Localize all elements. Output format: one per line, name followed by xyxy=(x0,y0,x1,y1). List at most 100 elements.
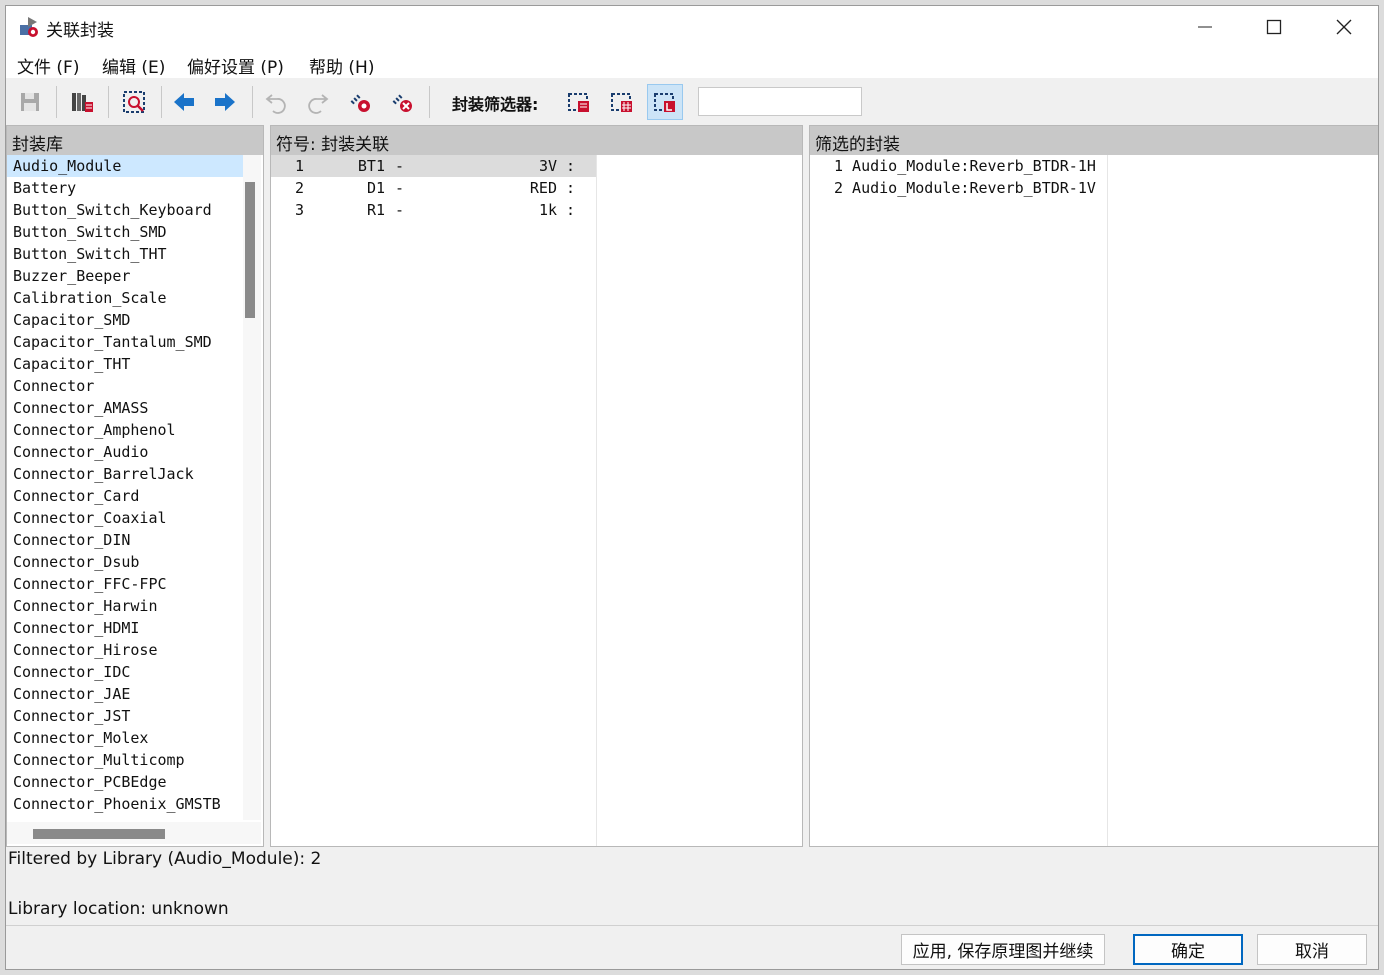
library-item[interactable]: Capacitor_Tantalum_SMD xyxy=(7,331,243,353)
footprint-viewer-icon xyxy=(123,91,145,113)
symbol-value: 3V xyxy=(538,157,557,175)
library-item[interactable]: Capacitor_SMD xyxy=(7,309,243,331)
minimize-button[interactable] xyxy=(1170,6,1240,48)
library-item[interactable]: Connector_Audio xyxy=(7,441,243,463)
symbol-panel-title: 符号: 封装关联 xyxy=(276,135,390,155)
library-item[interactable]: Battery xyxy=(7,177,243,199)
symbol-colon: : xyxy=(566,179,576,197)
view-footprint-button[interactable] xyxy=(116,84,152,120)
library-item[interactable]: Button_Switch_SMD xyxy=(7,221,243,243)
filter-keywords-icon xyxy=(568,93,589,112)
previous-button[interactable] xyxy=(166,84,202,120)
library-item[interactable]: Connector_PCBEdge xyxy=(7,771,243,793)
library-item[interactable]: Connector_Hirose xyxy=(7,639,243,661)
symbol-association-panel: 符号: 封装关联 1 BT1-3V:2 D1- RED:3 R1-1k: xyxy=(270,125,803,847)
column-divider xyxy=(596,155,597,846)
toolbar-separator xyxy=(56,86,57,118)
delete-associations-button[interactable] xyxy=(385,84,421,120)
library-item[interactable]: Connector_Phoenix_GMSTB xyxy=(7,793,243,815)
filter-by-keywords-button[interactable] xyxy=(561,84,597,120)
auto-link-icon xyxy=(350,93,370,112)
symbol-colon: : xyxy=(566,157,576,175)
symbol-ref: BT1 xyxy=(357,157,385,175)
library-item[interactable]: Connector_DIN xyxy=(7,529,243,551)
footprints-panel-title: 筛选的封装 xyxy=(815,135,900,155)
footprints-panel-header: 筛选的封装 xyxy=(810,126,1378,155)
horizontal-scrollbar-thumb[interactable] xyxy=(33,829,165,839)
vertical-scrollbar-thumb[interactable] xyxy=(245,182,255,318)
filter-library-icon xyxy=(654,93,675,112)
symbol-colon: : xyxy=(566,201,576,219)
filter-status-text: Filtered by Library (Audio_Module): 2 xyxy=(8,849,322,869)
library-item[interactable]: Connector_Harwin xyxy=(7,595,243,617)
menu-bar: 文件 (F) 编辑 (E) 偏好设置 (P) 帮助 (H) xyxy=(6,48,1378,78)
library-item[interactable]: Calibration_Scale xyxy=(7,287,243,309)
filter-by-pin-count-button[interactable] xyxy=(604,84,640,120)
arrow-right-icon xyxy=(215,93,235,111)
bottom-divider xyxy=(6,925,1378,926)
library-item[interactable]: Connector_FFC-FPC xyxy=(7,573,243,595)
filter-text-input[interactable] xyxy=(698,87,862,116)
unlink-delete-icon xyxy=(392,93,412,112)
toolbar-separator xyxy=(108,86,109,118)
next-button[interactable] xyxy=(207,84,243,120)
symbol-row[interactable]: 1 BT1- 3V: xyxy=(271,155,596,177)
library-item[interactable]: Button_Switch_THT xyxy=(7,243,243,265)
symbol-ref: D1 xyxy=(366,179,385,197)
undo-icon xyxy=(265,94,286,114)
library-panel-header: 封装库 xyxy=(7,126,263,155)
menu-file[interactable]: 文件 (F) xyxy=(17,53,79,78)
symbol-row[interactable]: 3 R1- 1k: xyxy=(271,199,596,221)
library-item[interactable]: Connector_BarrelJack xyxy=(7,463,243,485)
auto-associate-button[interactable] xyxy=(343,84,379,120)
symbol-num: 2 xyxy=(295,179,305,197)
redo-button[interactable] xyxy=(300,84,336,120)
apply-save-continue-button[interactable]: 应用, 保存原理图并继续 xyxy=(901,934,1105,965)
library-item[interactable]: Connector_Molex xyxy=(7,727,243,749)
library-panel: 封装库 Audio_Module Battery Button_Switch_Key… xyxy=(6,125,264,847)
toolbar-separator xyxy=(252,86,253,118)
library-item[interactable]: Connector_Amphenol xyxy=(7,419,243,441)
menu-preferences[interactable]: 偏好设置 (P) xyxy=(187,53,284,78)
library-item[interactable]: Connector xyxy=(7,375,243,397)
cancel-button[interactable]: 取消 xyxy=(1257,934,1367,965)
symbol-panel-header: 符号: 封装关联 xyxy=(271,126,802,155)
close-button[interactable] xyxy=(1309,6,1378,48)
footprint-item[interactable]: 1 Audio_Module:Reverb_BTDR-1H xyxy=(834,155,1096,177)
maximize-button[interactable] xyxy=(1239,6,1309,48)
library-item[interactable]: Connector_JAE xyxy=(7,683,243,705)
library-item[interactable]: Connector_AMASS xyxy=(7,397,243,419)
undo-button[interactable] xyxy=(258,84,294,120)
library-item[interactable]: Audio_Module xyxy=(7,155,243,177)
library-manager-button[interactable] xyxy=(64,84,100,120)
library-item[interactable]: Button_Switch_Keyboard xyxy=(7,199,243,221)
library-item[interactable]: Connector_IDC xyxy=(7,661,243,683)
library-item[interactable]: Connector_Card xyxy=(7,485,243,507)
minimize-icon xyxy=(1198,26,1212,28)
symbol-value: RED xyxy=(529,179,557,197)
save-icon xyxy=(21,93,39,111)
symbol-ref: R1 xyxy=(366,201,385,219)
library-books-icon xyxy=(72,93,93,112)
filter-by-library-button[interactable] xyxy=(647,84,683,120)
library-item[interactable]: Connector_Coaxial xyxy=(7,507,243,529)
footprint-item[interactable]: 2 Audio_Module:Reverb_BTDR-1V xyxy=(834,177,1096,199)
library-item[interactable]: Connector_HDMI xyxy=(7,617,243,639)
ok-button[interactable]: 确定 xyxy=(1133,934,1243,965)
toolbar-separator xyxy=(429,86,430,118)
menu-help[interactable]: 帮助 (H) xyxy=(309,53,374,78)
library-item[interactable]: Connector_JST xyxy=(7,705,243,727)
toolbar-separator xyxy=(161,86,162,118)
arrow-left-icon xyxy=(174,93,194,111)
footprint-filter-label: 封装筛选器: xyxy=(452,95,539,114)
symbol-row[interactable]: 2 D1- RED: xyxy=(271,177,596,199)
library-item[interactable]: Connector_Multicomp xyxy=(7,749,243,771)
library-item[interactable]: Capacitor_THT xyxy=(7,353,243,375)
menu-edit[interactable]: 编辑 (E) xyxy=(102,53,165,78)
symbol-num: 3 xyxy=(295,201,305,219)
save-button[interactable] xyxy=(12,84,48,120)
library-item[interactable]: Buzzer_Beeper xyxy=(7,265,243,287)
library-item[interactable]: Connector_Dsub xyxy=(7,551,243,573)
symbol-dash: - xyxy=(395,157,405,175)
library-list[interactable]: Audio_Module Battery Button_Switch_Keyboar… xyxy=(7,155,243,820)
